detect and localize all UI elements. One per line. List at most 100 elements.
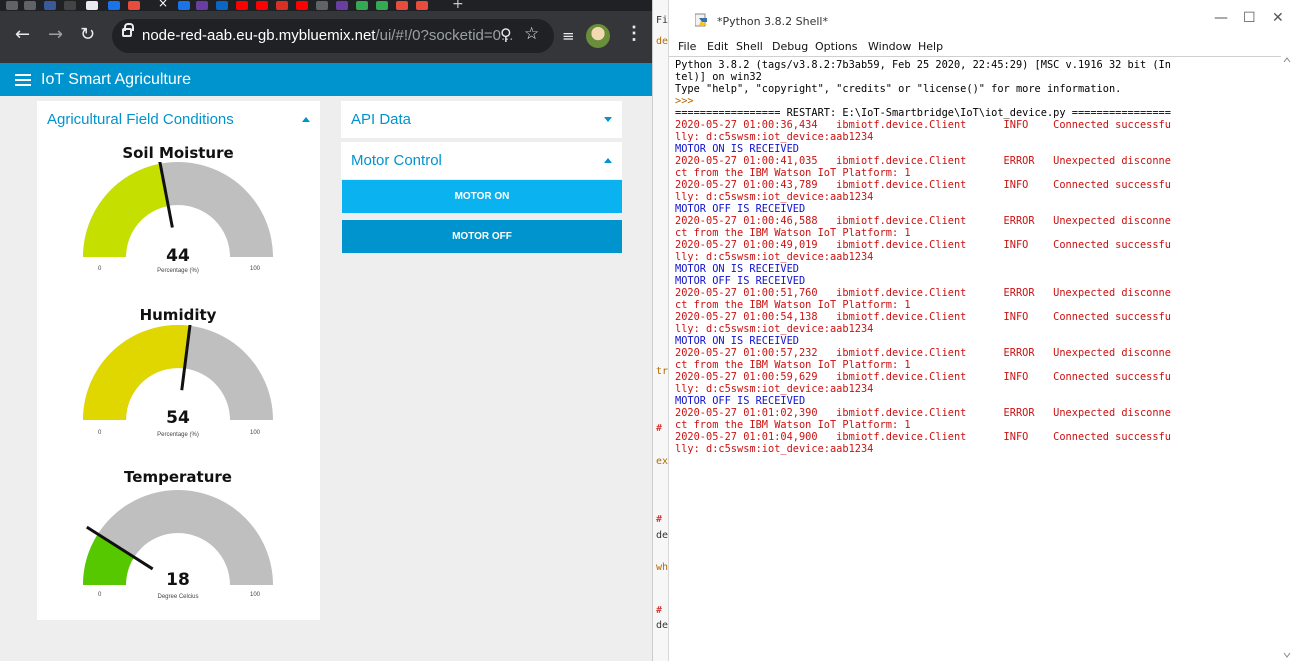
shell-line: MOTOR OFF IS RECEIVED (675, 395, 806, 407)
tab-icon[interactable] (196, 1, 208, 10)
tab-icon[interactable] (108, 1, 120, 10)
tab-icon[interactable] (416, 1, 428, 10)
minimize-icon[interactable]: — (1214, 10, 1228, 26)
menu-edit[interactable]: Edit (707, 40, 728, 53)
tab-icon[interactable] (216, 1, 228, 10)
maximize-icon[interactable]: ☐ (1243, 10, 1256, 26)
shell-scrollbar[interactable] (1282, 56, 1292, 661)
motor-on-button[interactable]: MOTOR ON (342, 180, 622, 213)
tab-icon[interactable] (276, 1, 288, 10)
behind-text: de (656, 530, 669, 541)
menu-help[interactable]: Help (918, 40, 943, 53)
menu-shell[interactable]: Shell (736, 40, 763, 53)
tab-icon[interactable] (396, 1, 408, 10)
shell-line: Python 3.8.2 (tags/v3.8.2:7b3ab59, Feb 2… (675, 59, 1171, 71)
motor-off-button[interactable]: MOTOR OFF (342, 220, 622, 253)
tab-icon[interactable] (356, 1, 368, 10)
tab-icon[interactable] (336, 1, 348, 10)
shell-line: 2020-05-27 01:00:36,434 ibmiotf.device.C… (675, 119, 1171, 131)
browser-menu-icon[interactable]: ⋮ (625, 23, 643, 44)
url-host: node-red-aab.eu-gb.mybluemix.net (142, 27, 376, 44)
tab-icon[interactable] (128, 1, 140, 10)
collapse-caret-icon[interactable] (302, 117, 310, 122)
close-icon[interactable]: ✕ (1272, 10, 1284, 26)
background-window-edge: Fi de tr # ex # de wh # de (653, 0, 669, 661)
browser-toolbar: ← → ↻ node-red-aab.eu-gb.mybluemix.net/u… (0, 11, 652, 63)
lock-icon (122, 23, 134, 37)
shell-line: MOTOR OFF IS RECEIVED (675, 275, 806, 287)
address-bar[interactable]: node-red-aab.eu-gb.mybluemix.net/ui/#!/0… (112, 19, 554, 53)
window-title: *Python 3.8.2 Shell* (717, 15, 828, 28)
shell-line: 2020-05-27 01:00:43,789 ibmiotf.device.C… (675, 179, 1171, 191)
gauge-min: 0 (98, 266, 102, 272)
tab-strip[interactable]: × + (0, 0, 652, 12)
tab-icon[interactable] (376, 1, 388, 10)
gauge-unit: Degree Celcius (157, 594, 199, 600)
gauge-max: 100 (250, 592, 261, 598)
expand-caret-icon[interactable] (604, 117, 612, 122)
shell-line: lly: d:c5swsm:iot_device:aab1234 (675, 131, 874, 143)
tab-icon[interactable] (178, 1, 190, 10)
shell-line: lly: d:c5swsm:iot_device:aab1234 (675, 191, 874, 203)
behind-text: de (656, 36, 669, 47)
group-title-motor-control[interactable]: Motor Control (351, 152, 442, 169)
behind-text: # (656, 605, 663, 616)
gauge-max: 100 (250, 430, 261, 436)
forward-icon[interactable]: → (48, 25, 63, 45)
gauge-value: 54 (166, 408, 190, 428)
bookmark-star-icon[interactable]: ☆ (524, 24, 539, 44)
gauge-min: 0 (98, 592, 102, 598)
shell-line: 2020-05-27 01:00:59,629 ibmiotf.device.C… (675, 371, 1171, 383)
menu-bar: File Edit Shell Debug Options Window Hel… (669, 38, 1292, 56)
tab-icon[interactable] (64, 1, 76, 10)
gauge-title: Humidity (139, 306, 217, 324)
back-icon[interactable]: ← (15, 25, 30, 45)
tab-icon[interactable] (6, 1, 18, 10)
tab-icon[interactable] (316, 1, 328, 10)
tab-icon[interactable] (24, 1, 36, 10)
menu-file[interactable]: File (678, 40, 696, 53)
group-title-field-conditions[interactable]: Agricultural Field Conditions (47, 111, 234, 128)
zoom-icon[interactable]: ⚲ (500, 25, 512, 44)
menu-debug[interactable]: Debug (772, 40, 808, 53)
window-titlebar[interactable]: *Python 3.8.2 Shell* — ☐ ✕ (669, 0, 1292, 38)
dashboard-header: IoT Smart Agriculture (0, 63, 652, 96)
shell-line: ct from the IBM Watson IoT Platform: 1 (675, 167, 911, 179)
shell-line: MOTOR OFF IS RECEIVED (675, 203, 806, 215)
gauge-unit: Percentage (%) (157, 432, 199, 438)
menu-options[interactable]: Options (815, 40, 857, 53)
dashboard-title: IoT Smart Agriculture (41, 71, 191, 88)
behind-text: Fi (656, 15, 669, 26)
gauge-title: Soil Moisture (122, 144, 234, 162)
shell-line: 2020-05-27 01:00:54,138 ibmiotf.device.C… (675, 311, 1171, 323)
gauge-value: 44 (166, 246, 190, 266)
shell-line: MOTOR ON IS RECEIVED (675, 263, 799, 275)
profile-avatar[interactable] (586, 24, 610, 48)
tab-close-icon[interactable]: × (158, 0, 168, 10)
shell-output[interactable]: Python 3.8.2 (tags/v3.8.2:7b3ab59, Feb 2… (675, 59, 1275, 455)
shell-line: 2020-05-27 01:00:51,760 ibmiotf.device.C… (675, 287, 1171, 299)
collapse-caret-icon[interactable] (604, 158, 612, 163)
hamburger-menu-icon[interactable] (15, 74, 31, 86)
shell-line: MOTOR ON IS RECEIVED (675, 143, 799, 155)
shell-line: ct from the IBM Watson IoT Platform: 1 (675, 419, 911, 431)
shell-line: 2020-05-27 01:01:02,390 ibmiotf.device.C… (675, 407, 1171, 419)
tab-icon[interactable] (44, 1, 56, 10)
menu-window[interactable]: Window (868, 40, 911, 53)
behind-text: # (656, 514, 663, 525)
humidity-gauge (83, 325, 273, 420)
tab-icon[interactable] (256, 1, 268, 10)
shell-line: tel)] on win32 (675, 71, 762, 83)
shell-text-area[interactable]: Python 3.8.2 (tags/v3.8.2:7b3ab59, Feb 2… (669, 56, 1281, 661)
tab-icon[interactable] (236, 1, 248, 10)
reload-icon[interactable]: ↻ (80, 25, 95, 45)
shell-line: ct from the IBM Watson IoT Platform: 1 (675, 299, 911, 311)
tab-icon[interactable] (296, 1, 308, 10)
shell-line: lly: d:c5swsm:iot_device:aab1234 (675, 383, 874, 395)
tab-icon[interactable] (86, 1, 98, 10)
url-text[interactable]: node-red-aab.eu-gb.mybluemix.net/ui/#!/0… (142, 27, 513, 44)
shell-line: lly: d:c5swsm:iot_device:aab1234 (675, 323, 874, 335)
group-title-api-data[interactable]: API Data (351, 111, 411, 128)
reading-list-icon[interactable]: ≡ (562, 27, 575, 45)
behind-text: wh (656, 562, 669, 573)
